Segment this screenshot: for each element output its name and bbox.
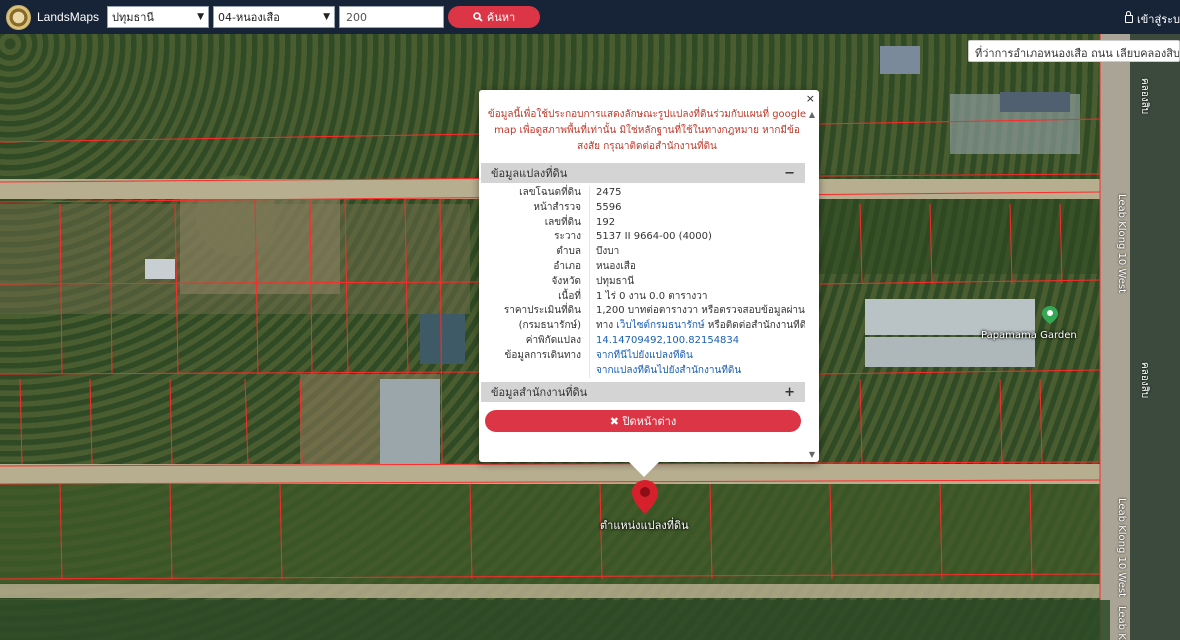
login-label: เข้าสู่ระบ — [1137, 13, 1180, 26]
route-key: ข้อมูลการเดินทาง — [504, 349, 581, 361]
popup-pointer — [628, 461, 660, 477]
road-label: Leab Klong 10 West — [1116, 498, 1127, 598]
parcel-info-table: เลขโฉนดที่ดิน 2475 หน้าสำรวจ 5596 เลขที่ดิ… — [481, 186, 805, 379]
table-row: เนื้อที่ 1 ไร่ 0 งาน 0.0 ตารางวา — [481, 289, 805, 305]
disclaimer-notice: ข้อมูลนี้เพื่อใช้ประกอบการแสดงลักษณะรูปแ… — [487, 109, 807, 152]
parcel-section-title: ข้อมูลแปลงที่ดิน — [491, 167, 568, 180]
coord-key: ค่าพิกัดแปลง — [525, 334, 581, 346]
row-value: 5596 — [589, 200, 805, 216]
price-key-sub: (กรมธนารักษ์) — [518, 320, 581, 332]
table-row: (กรมธนารักษ์) ทาง เว็บไซต์กรมธนารักษ์ หรื… — [481, 319, 805, 334]
row-value: 192 — [589, 215, 805, 231]
close-window-button[interactable]: ✖ ปิดหน้าต่าง — [485, 410, 801, 432]
row-value: หนองเสือ — [589, 259, 805, 275]
route-to-office-link[interactable]: จากแปลงที่ดินไปยังสำนักงานที่ดิน — [596, 365, 741, 376]
parcel-section-header[interactable]: ข้อมูลแปลงที่ดิน − — [481, 163, 805, 183]
scroll-down-icon[interactable]: ▼ — [809, 450, 815, 459]
canal-label: คลองสิบ — [1139, 78, 1150, 115]
row-key: เนื้อที่ — [558, 290, 581, 302]
poi-label: Papamama Garden — [981, 330, 1077, 341]
row-key: เลขโฉนดที่ดิน — [519, 187, 581, 198]
parcel-pin-marker[interactable] — [632, 480, 658, 517]
close-icon[interactable]: × — [806, 92, 815, 105]
coordinate-link[interactable]: 14.14709492,100.82154834 — [596, 335, 739, 346]
price-text: ทาง — [596, 320, 617, 332]
route-value: จากที่นี่ไปยังแปลงที่ดิน — [589, 348, 805, 364]
table-row: ข้อมูลการเดินทาง จากที่นี่ไปยังแปลงที่ดิน — [481, 348, 805, 364]
parcel-number-value: 200 — [346, 10, 368, 24]
office-section-header[interactable]: ข้อมูลสำนักงานที่ดิน + — [481, 382, 805, 402]
row-value: ปทุมธานี — [589, 274, 805, 290]
table-row: ค่าพิกัดแปลง 14.14709492,100.82154834 — [481, 333, 805, 349]
row-key: เลขที่ดิน — [544, 216, 581, 228]
department-logo — [6, 4, 31, 30]
province-select-value: ปทุมธานี — [112, 11, 154, 24]
district-select-value: 04-หนองเสือ — [218, 11, 280, 24]
poi-pin-icon — [1042, 306, 1058, 324]
table-row: จังหวัด ปทุมธานี — [481, 274, 805, 290]
price-key: ราคาประเมินที่ดิน — [503, 305, 581, 317]
login-link[interactable]: เข้าสู่ระบ — [1125, 10, 1180, 28]
canal-label: คลองสิบ — [1139, 362, 1150, 399]
table-row: เลขที่ดิน 192 — [481, 215, 805, 231]
row-value: บึงบา — [589, 245, 805, 260]
row-key: ตำบล — [556, 246, 581, 258]
coord-value: 14.14709492,100.82154834 — [589, 333, 805, 349]
route-value: จากแปลงที่ดินไปยังสำนักงานที่ดิน — [589, 363, 805, 379]
row-key-empty — [481, 364, 589, 379]
map-pin-icon — [632, 480, 658, 514]
table-row: จากแปลงที่ดินไปยังสำนักงานที่ดิน — [481, 363, 805, 379]
collapse-icon: − — [784, 165, 795, 181]
lock-icon — [1125, 11, 1134, 23]
treasury-website-link[interactable]: เว็บไซต์กรมธนารักษ์ — [616, 320, 704, 331]
district-select[interactable]: 04-หนองเสือ ▼ — [213, 6, 336, 28]
row-value: 5137 II 9664-00 (4000) — [589, 230, 805, 246]
price-value: 1,200 บาทต่อตารางวา หรือตรวจสอบข้อมูลผ่า… — [589, 304, 805, 320]
parcel-info-popup: × ▲ ▼ ข้อมูลนี้เพื่อใช้ประกอบการแสดงลักษ… — [479, 90, 819, 462]
brand-name: LandsMaps — [37, 10, 100, 24]
parcel-number-input[interactable]: 200 — [339, 6, 445, 28]
chevron-down-icon: ▼ — [323, 12, 331, 22]
chevron-down-icon: ▼ — [197, 12, 205, 22]
top-navbar: LandsMaps ปทุมธานี ▼ 04-หนองเสือ ▼ 200 ค… — [0, 0, 1180, 34]
nearest-office-address: ที่ว่าการอำเภอหนองเสือ ถนน เลียบคลองสิบต… — [968, 40, 1180, 62]
row-value: 1 ไร่ 0 งาน 0.0 ตารางวา — [589, 289, 805, 305]
road-label: Leab Klong 10 West — [1116, 194, 1127, 294]
route-to-parcel-link[interactable]: จากที่นี่ไปยังแปลงที่ดิน — [596, 350, 693, 361]
table-row: ตำบล บึงบา — [481, 245, 805, 260]
pin-label: ตำแหน่งแปลงที่ดิน — [600, 519, 689, 532]
search-button[interactable]: ค้นหา — [448, 6, 541, 28]
table-row: ระวาง 5137 II 9664-00 (4000) — [481, 230, 805, 246]
table-row: อำเภอ หนองเสือ — [481, 259, 805, 275]
row-key: อำเภอ — [553, 260, 581, 272]
table-row: ราคาประเมินที่ดิน 1,200 บาทต่อตารางวา หรื… — [481, 304, 805, 320]
expand-icon: + — [784, 384, 795, 400]
row-key: จังหวัด — [551, 275, 581, 287]
table-row: เลขโฉนดที่ดิน 2475 — [481, 186, 805, 201]
row-key: หน้าสำรวจ — [533, 201, 581, 213]
price-text: หรือติดต่อสำนักงานที่ดิน — [704, 320, 805, 332]
road-label: Leab Klo — [1116, 606, 1127, 640]
search-button-label: ค้นหา — [486, 11, 516, 24]
search-icon — [473, 12, 483, 22]
table-row: หน้าสำรวจ 5596 — [481, 200, 805, 216]
province-select[interactable]: ปทุมธานี ▼ — [107, 6, 210, 28]
row-value: 2475 — [589, 186, 805, 201]
row-key: ระวาง — [554, 231, 581, 243]
price-value-sub: ทาง เว็บไซต์กรมธนารักษ์ หรือติดต่อสำนักง… — [589, 319, 805, 334]
office-section-title: ข้อมูลสำนักงานที่ดิน — [491, 386, 588, 399]
